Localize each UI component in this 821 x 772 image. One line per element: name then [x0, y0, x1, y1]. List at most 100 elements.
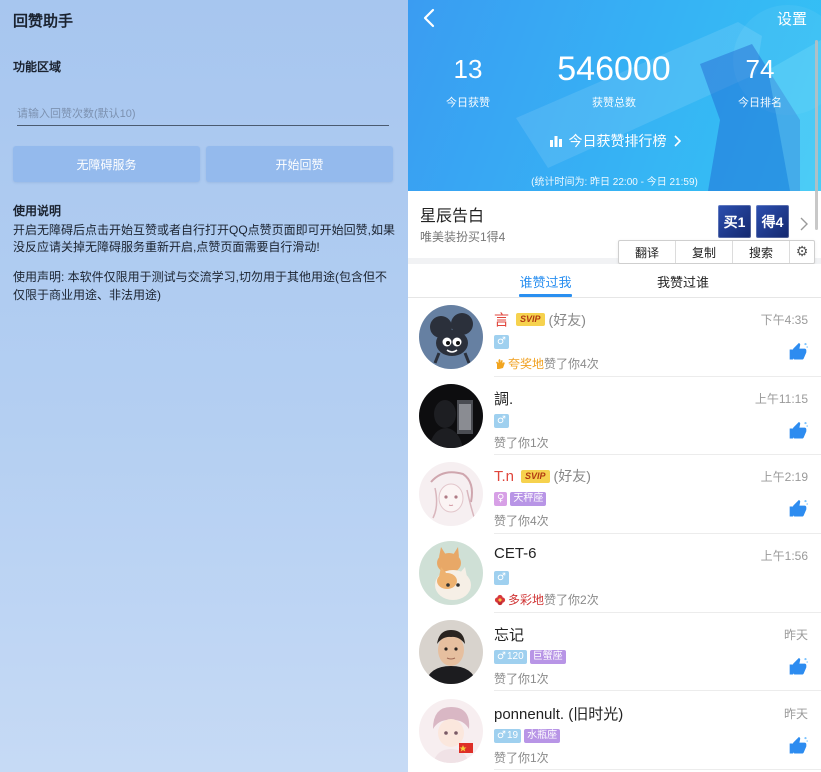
user-name[interactable]: ponnenult. (旧时光)	[494, 703, 623, 724]
disclaimer-text: 使用声明: 本软件仅限用于测试与交流学习,切勿用于其他用途(包含但不仅限于商业用…	[13, 270, 388, 302]
user-name[interactable]: T.n	[494, 468, 514, 485]
user-badges: ♂ 120 巨蟹座	[494, 649, 569, 664]
male-badge: ♂ 19	[494, 728, 522, 743]
like-action: 夸奖地 赞了你4次	[494, 355, 599, 372]
promo-tile: 得4	[756, 205, 789, 238]
like-row[interactable]: 忘记 昨天 ♂ 120 巨蟹座 赞了你1次	[408, 613, 821, 692]
name-line: 言 SVIP (好友)	[494, 309, 586, 330]
badge-text: 120	[506, 650, 524, 662]
tab-who-i-liked[interactable]: 我赞过谁	[655, 272, 711, 291]
start-like-back-button[interactable]: 开始回赞	[206, 146, 393, 182]
male-badge: ♂	[494, 335, 509, 349]
name-line: ponnenult. (旧时光)	[494, 703, 623, 724]
stat-value: 13	[453, 54, 483, 84]
cat-avatar[interactable]	[419, 541, 483, 606]
male-icon: ♂	[497, 650, 506, 662]
thumbs-up-icon[interactable]	[788, 657, 808, 677]
name-line: T.n SVIP (好友)	[494, 466, 591, 486]
thumbs-up-icon[interactable]	[788, 499, 808, 519]
like-time: 上午2:19	[760, 470, 808, 485]
friend-label: (好友)	[553, 468, 591, 485]
likes-header: 设置 13 今日获赞 546000 获赞总数 74 今日排名 今日获赞排行榜 (…	[408, 0, 821, 191]
mouse-cartoon-avatar[interactable]	[419, 305, 483, 369]
user-badges: ♂	[494, 335, 512, 349]
user-badges: ♂ 19 水瓶座	[494, 728, 563, 743]
text-context-menu: 翻译 复制 搜索 ⚙	[618, 240, 815, 264]
section-title: 功能区域	[13, 60, 62, 74]
male-badge: ♂ 120	[494, 649, 527, 664]
thumbs-up-icon[interactable]	[788, 736, 808, 756]
stat-value: 546000	[557, 50, 671, 88]
like-time: 下午4:35	[760, 313, 808, 327]
thumbs-up-icon[interactable]	[788, 342, 808, 362]
stat-time-note: (统计时间为: 昨日 22:00 - 今日 21:59)	[531, 177, 698, 188]
man-avatar[interactable]	[419, 619, 483, 684]
stat-label: 今日排名	[738, 97, 782, 109]
user-name[interactable]: 言	[494, 309, 509, 330]
like-count-input[interactable]	[17, 102, 389, 126]
action-text: 赞了你4次	[494, 514, 549, 529]
tab-who-liked-me[interactable]: 谁赞过我	[519, 272, 572, 291]
accessibility-service-button[interactable]: 无障碍服务	[13, 146, 200, 182]
like-row[interactable]: 言 SVIP (好友) 下午4:35 ♂ 夸奖地 赞了你4次	[408, 298, 821, 377]
helper-title: 回赞助手	[13, 13, 74, 30]
promo-subtitle: 唯美装扮买1得4	[420, 230, 506, 244]
like-action: 赞了你1次	[494, 434, 549, 451]
like-row[interactable]: ponnenult. (旧时光) 昨天 ♂ 19 水瓶座 赞了你1次	[408, 692, 821, 771]
friend-label: (好友)	[548, 311, 586, 328]
instructions-title: 使用说明	[13, 204, 62, 218]
active-tab-indicator	[519, 294, 572, 297]
badge-text: 19	[506, 729, 519, 741]
badge-text: 水瓶座	[527, 729, 558, 741]
sketch-girl-avatar[interactable]	[419, 462, 483, 527]
like-time: 昨天	[783, 627, 808, 642]
user-badges: ♀ 天秤座	[494, 492, 549, 507]
ranking-link[interactable]: 今日获赞排行榜	[408, 131, 821, 151]
action-text: 赞了你1次	[494, 671, 549, 686]
silhouette-avatar[interactable]	[419, 383, 483, 448]
row-divider	[494, 769, 821, 771]
action-text: 赞了你1次	[494, 435, 549, 450]
user-name[interactable]: 忘记	[494, 624, 524, 645]
likes-page: 设置 13 今日获赞 546000 获赞总数 74 今日排名 今日获赞排行榜 (…	[408, 0, 821, 772]
scrollbar[interactable]	[815, 40, 818, 230]
male-badge: ♂	[494, 571, 509, 586]
translate-menu-item[interactable]: 翻译	[619, 241, 676, 263]
chevron-right-icon	[800, 217, 808, 231]
name-line: 調.	[494, 388, 513, 409]
user-name[interactable]: CET-6	[494, 545, 537, 562]
like-row[interactable]: 調. 上午11:15 ♂ 赞了你1次	[408, 377, 821, 456]
copy-menu-item[interactable]: 复制	[676, 241, 733, 263]
gear-icon[interactable]: ⚙	[790, 241, 814, 263]
chevron-left-icon[interactable]	[422, 8, 436, 28]
like-action: 赞了你1次	[494, 670, 549, 687]
like-action: 赞了你4次	[494, 512, 549, 529]
today-rank-stat: 74 今日排名	[695, 50, 821, 110]
total-likes-stat: 546000 获赞总数	[549, 50, 679, 110]
constellation-badge: 天秤座	[510, 492, 547, 507]
helper-panel: 回赞助手 功能区域 无障碍服务 开始回赞 使用说明 开启无障碍后点击开始互赞或者…	[0, 0, 408, 772]
thumbs-up-icon[interactable]	[788, 421, 808, 441]
likes-list: 言 SVIP (好友) 下午4:35 ♂ 夸奖地 赞了你4次 調. 上午11:15 ♂ 赞了你1次 T…	[408, 298, 821, 772]
user-badges: ♂	[494, 413, 512, 428]
constellation-badge: 水瓶座	[524, 728, 561, 743]
like-row[interactable]: CET-6 上午1:56 ♂ 多彩地 赞了你2次	[408, 534, 821, 613]
male-icon: ♂	[497, 572, 506, 584]
action-prefix: 夸奖地	[508, 357, 545, 371]
action-text: 赞了你2次	[544, 593, 599, 608]
like-action: 多彩地 赞了你2次	[494, 591, 599, 608]
user-badges: ♂	[494, 571, 512, 586]
svip-badge: SVIP	[521, 469, 550, 483]
male-badge: ♂	[494, 413, 509, 428]
like-row[interactable]: T.n SVIP (好友) 上午2:19 ♀ 天秤座赞了你4次	[408, 455, 821, 535]
today-likes-stat: 13 今日获赞	[408, 50, 533, 110]
action-text: 赞了你4次	[544, 357, 599, 371]
like-time: 上午11:15	[754, 391, 808, 406]
anime-boy-avatar[interactable]	[419, 698, 483, 763]
like-time: 上午1:56	[760, 549, 808, 564]
action-text: 赞了你1次	[494, 750, 549, 765]
search-menu-item[interactable]: 搜索	[733, 241, 790, 263]
settings-link[interactable]: 设置	[777, 8, 807, 29]
chevron-right-icon	[673, 135, 681, 147]
user-name[interactable]: 調.	[494, 388, 513, 409]
